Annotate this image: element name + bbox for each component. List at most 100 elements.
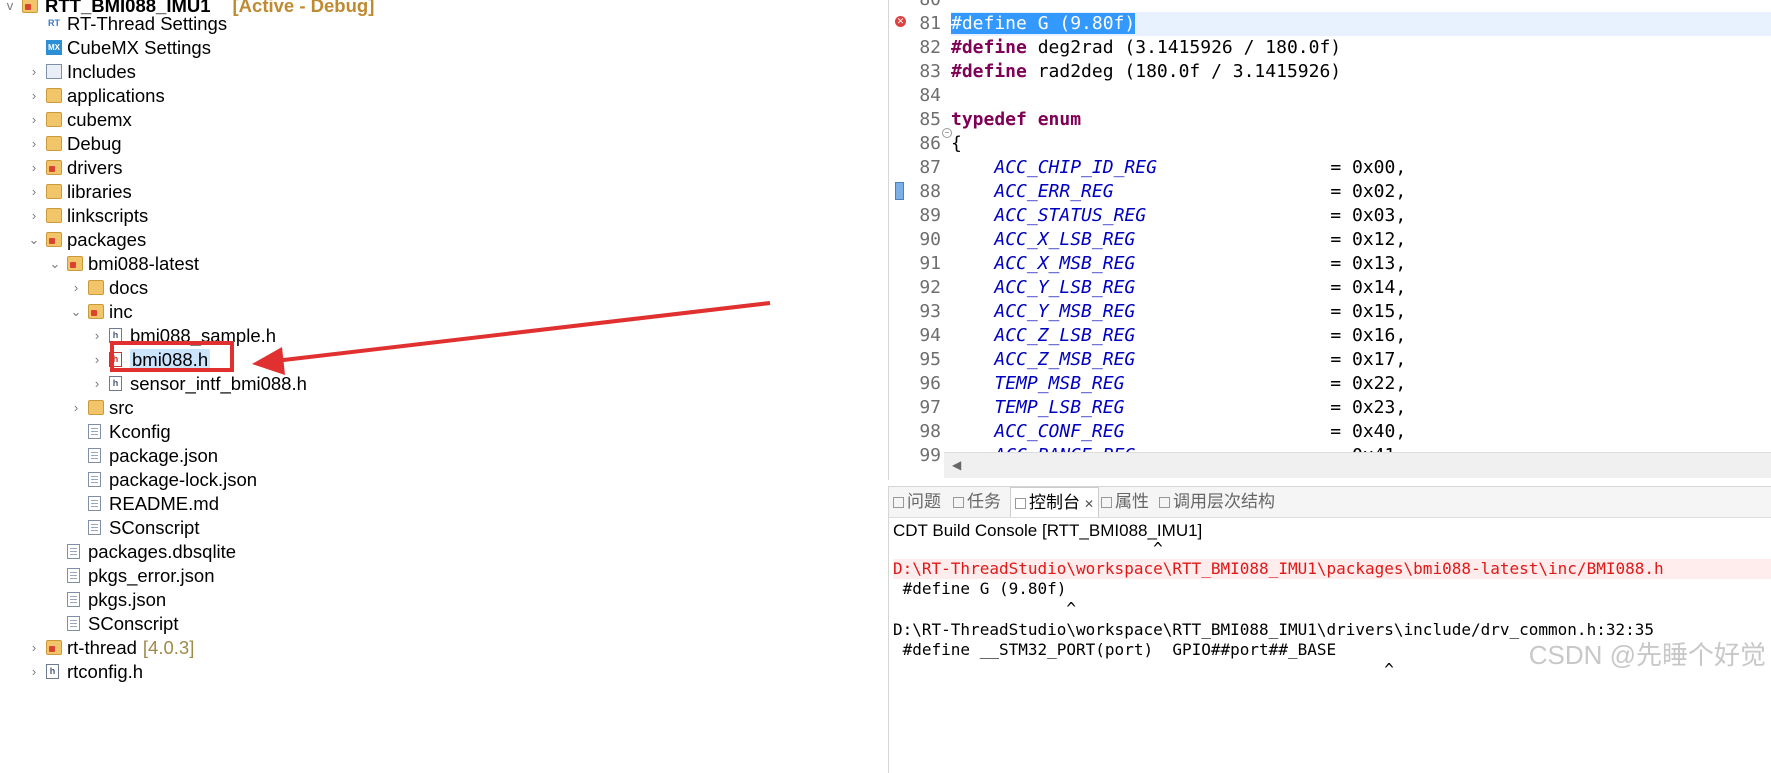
- line-number: 94: [919, 325, 941, 346]
- code-token: {: [951, 133, 962, 154]
- call-hierarchy-icon: [1159, 497, 1170, 508]
- line-number: 98: [919, 421, 941, 442]
- code-line[interactable]: {: [951, 132, 1771, 156]
- tab-properties[interactable]: 属性: [1101, 487, 1149, 517]
- code-token: ACC_X_LSB_REG: [994, 229, 1136, 250]
- problems-icon: [893, 497, 904, 508]
- code-line[interactable]: ACC_CHIP_ID_REG = 0x00,: [951, 156, 1771, 180]
- code-editor[interactable]: 8081828384858687888990919293949596979899…: [888, 0, 1771, 480]
- line-number: 89: [919, 205, 941, 226]
- code-token: TEMP_LSB_REG: [994, 397, 1125, 418]
- fold-toggle-icon[interactable]: −: [942, 128, 952, 138]
- code-line[interactable]: #define deg2rad (3.1415926 / 180.0f): [951, 36, 1771, 60]
- console-line: #define G (9.80f): [893, 579, 1067, 598]
- tab-label: 问题: [907, 492, 941, 511]
- line-number: 96: [919, 373, 941, 394]
- code-token: = 0x17,: [1135, 349, 1407, 370]
- code-token: rad2deg (180.0f / 3.1415926): [1026, 61, 1342, 82]
- line-number: 82: [919, 37, 941, 58]
- code-token: #define: [951, 37, 1027, 58]
- code-token: = 0x16,: [1135, 325, 1407, 346]
- code-line[interactable]: #define rad2deg (180.0f / 3.1415926): [951, 60, 1771, 84]
- error-marker-icon[interactable]: ✕: [895, 16, 906, 27]
- code-line[interactable]: ACC_CONF_REG = 0x40,: [951, 420, 1771, 444]
- tasks-icon: [953, 497, 964, 508]
- console-icon: [1015, 498, 1026, 509]
- code-line[interactable]: typedef enum: [951, 108, 1771, 132]
- code-token: ACC_X_MSB_REG: [994, 253, 1136, 274]
- console-error-line: D:\RT-ThreadStudio\workspace\RTT_BMI088_…: [893, 559, 1771, 579]
- code-token: ACC_Y_LSB_REG: [994, 277, 1136, 298]
- bookmark-icon[interactable]: [895, 182, 904, 200]
- project-explorer: v RTT_BMI088_IMU1 [Active - Debug] RT RT-T…: [0, 0, 888, 772]
- code-token: = 0x03,: [1146, 205, 1407, 226]
- code-token: #define: [951, 61, 1027, 82]
- watermark: CSDN @先睡个好觉: [1528, 640, 1766, 670]
- line-number: 97: [919, 397, 941, 418]
- code-token: ACC_ERR_REG: [994, 181, 1114, 202]
- tab-problems[interactable]: 问题: [893, 487, 941, 517]
- code-line[interactable]: ACC_ERR_REG = 0x02,: [951, 180, 1771, 204]
- code-token: TEMP_MSB_REG: [994, 373, 1125, 394]
- horizontal-scrollbar[interactable]: ◀: [944, 452, 1771, 478]
- console-line: ^: [893, 539, 1163, 558]
- line-number-gutter: 8081828384858687888990919293949596979899: [889, 0, 941, 480]
- code-token: #define G (9.80f): [951, 13, 1136, 34]
- code-token: ACC_Z_MSB_REG: [994, 349, 1136, 370]
- code-token: = 0x22,: [1124, 373, 1407, 394]
- tab-label: 属性: [1115, 492, 1149, 511]
- code-token: typedef: [951, 109, 1027, 130]
- tab-call-hierarchy[interactable]: 调用层次结构: [1159, 487, 1275, 517]
- line-number: 92: [919, 277, 941, 298]
- code-token: = 0x23,: [1124, 397, 1407, 418]
- properties-icon: [1101, 497, 1112, 508]
- code-token: ACC_CONF_REG: [994, 421, 1125, 442]
- code-line[interactable]: ACC_X_LSB_REG = 0x12,: [951, 228, 1771, 252]
- code-line[interactable]: #define G (9.80f): [951, 12, 1771, 36]
- tab-label: 控制台: [1029, 493, 1080, 512]
- tab-label: 调用层次结构: [1173, 492, 1275, 511]
- tab-tasks[interactable]: 任务: [953, 487, 1001, 517]
- console-line: #define __STM32_PORT(port) GPIO##port##_…: [893, 640, 1337, 659]
- code-line[interactable]: ACC_STATUS_REG = 0x03,: [951, 204, 1771, 228]
- line-number: 80: [889, 0, 941, 12]
- code-line[interactable]: TEMP_MSB_REG = 0x22,: [951, 372, 1771, 396]
- line-number: 91: [919, 253, 941, 274]
- line-number: 85: [919, 109, 941, 130]
- code-line[interactable]: ACC_Y_LSB_REG = 0x14,: [951, 276, 1771, 300]
- code-line[interactable]: ACC_Y_MSB_REG = 0x15,: [951, 300, 1771, 324]
- code-line[interactable]: ACC_X_MSB_REG = 0x13,: [951, 252, 1771, 276]
- code-line[interactable]: ACC_Z_LSB_REG = 0x16,: [951, 324, 1771, 348]
- line-number: 83: [919, 61, 941, 82]
- code-line[interactable]: [951, 0, 1771, 12]
- line-number: 84: [919, 85, 941, 106]
- line-number: 87: [919, 157, 941, 178]
- code-line[interactable]: TEMP_LSB_REG = 0x23,: [951, 396, 1771, 420]
- tab-console[interactable]: 控制台 ✕: [1010, 487, 1100, 517]
- code-token: = 0x14,: [1135, 277, 1407, 298]
- view-tab-bar: 问题 任务 控制台 ✕ 属性 调用层次结构: [889, 487, 1771, 518]
- annotation-arrow: [252, 301, 771, 375]
- scroll-left-icon[interactable]: ◀: [952, 458, 961, 472]
- close-icon[interactable]: ✕: [1084, 497, 1094, 511]
- code-token: ACC_Z_LSB_REG: [994, 325, 1136, 346]
- code-line[interactable]: ACC_Z_MSB_REG = 0x17,: [951, 348, 1771, 372]
- code-token: = 0x40,: [1124, 421, 1407, 442]
- code-token: ACC_Y_MSB_REG: [994, 301, 1136, 322]
- code-token: enum: [1037, 109, 1082, 130]
- line-number: 93: [919, 301, 941, 322]
- code-line[interactable]: [951, 84, 1771, 108]
- line-number: 86: [919, 133, 941, 154]
- tab-label: 任务: [967, 492, 1001, 511]
- code-token: ACC_CHIP_ID_REG: [994, 157, 1157, 178]
